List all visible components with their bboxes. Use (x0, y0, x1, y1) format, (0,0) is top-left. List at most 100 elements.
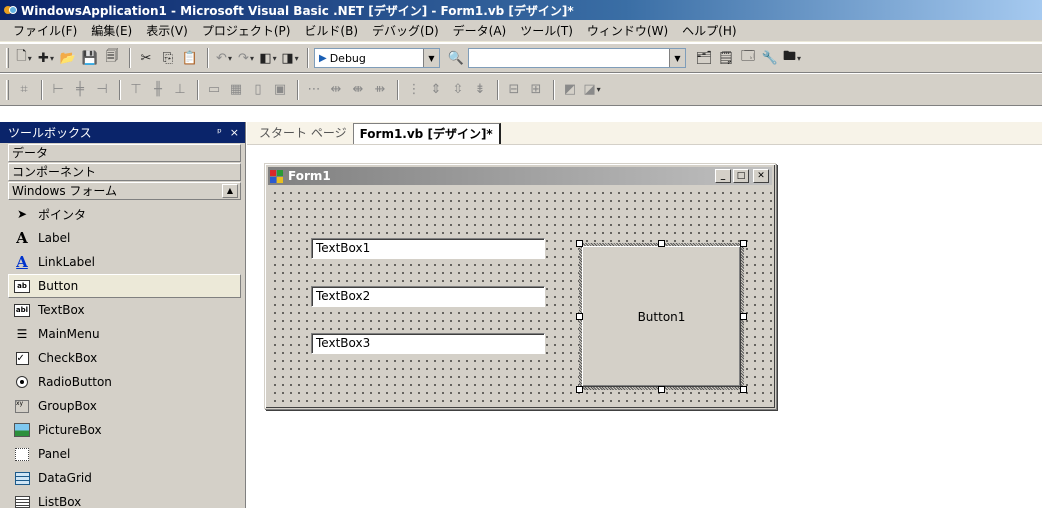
menu-view[interactable]: 表示(V) (139, 21, 195, 41)
other-windows-icon[interactable]: 🖿 (782, 48, 802, 68)
find-in-files-icon[interactable]: 🔍 (446, 48, 466, 68)
menu-help[interactable]: ヘルプ(H) (675, 21, 743, 41)
bring-to-front-icon[interactable]: ◩ (560, 80, 580, 100)
toolbox-item-mainmenu[interactable]: ☰ MainMenu (0, 322, 245, 346)
send-to-back-icon[interactable]: ◪ (582, 80, 602, 100)
make-same-height-icon[interactable]: ▯ (248, 80, 268, 100)
resize-handle-n[interactable] (658, 240, 665, 247)
make-same-width-icon[interactable]: ▭ (204, 80, 224, 100)
increase-horizontal-spacing-icon[interactable]: ⇹ (326, 80, 346, 100)
menu-file[interactable]: ファイル(F) (6, 21, 84, 41)
navigate-back-icon[interactable]: ◧ (258, 48, 278, 68)
menu-data[interactable]: データ(A) (446, 21, 514, 41)
menu-build[interactable]: ビルド(B) (297, 21, 365, 41)
solution-explorer-icon[interactable]: 🗂 (694, 48, 714, 68)
new-project-icon[interactable]: 🗋 (14, 48, 34, 68)
toolbox-item-radiobutton[interactable]: RadioButton (0, 370, 245, 394)
copy-icon[interactable]: ⎘ (158, 48, 178, 68)
toolbox-item-datagrid[interactable]: DataGrid (0, 466, 245, 490)
toolbox-item-checkbox[interactable]: ✓ CheckBox (0, 346, 245, 370)
toolbar-grip[interactable] (6, 79, 9, 100)
align-tops-icon[interactable]: ⊤ (126, 80, 146, 100)
scroll-up-icon[interactable]: ▲ (222, 184, 238, 198)
chevron-down-icon[interactable]: ▼ (669, 49, 685, 67)
resize-handle-s[interactable] (658, 386, 665, 393)
toolbox-item-label: TextBox (38, 303, 85, 317)
align-bottoms-icon[interactable]: ⊥ (170, 80, 190, 100)
menu-edit[interactable]: 編集(E) (84, 21, 139, 41)
toolbox-panel: ツールボックス ᵖ × データ コンポーネント Windows フォーム ▲ ➤… (0, 122, 246, 508)
button1-selection[interactable]: Button1 (579, 243, 744, 390)
toolbar-grip[interactable] (6, 48, 9, 68)
form-designer-window[interactable]: Form1 _ □ ✕ TextBox1 TextBox2 TextBox3 B… (264, 163, 776, 409)
toolbox-item-textbox[interactable]: abl TextBox (0, 298, 245, 322)
remove-vertical-spacing-icon[interactable]: ⇟ (470, 80, 490, 100)
toolbox-item-label: PictureBox (38, 423, 102, 437)
textbox-1[interactable]: TextBox1 (311, 238, 545, 259)
pin-icon[interactable]: ᵖ (217, 126, 222, 139)
chevron-down-icon[interactable]: ▼ (423, 49, 439, 67)
align-lefts-icon[interactable]: ⊢ (48, 80, 68, 100)
form-client-area[interactable]: TextBox1 TextBox2 TextBox3 Button1 (269, 187, 772, 405)
resize-handle-nw[interactable] (576, 240, 583, 247)
paste-icon[interactable]: 📋 (180, 48, 200, 68)
toolbox-icon[interactable]: 🔧 (760, 48, 780, 68)
close-icon[interactable]: × (230, 126, 239, 139)
textbox-3[interactable]: TextBox3 (311, 333, 545, 354)
decrease-vertical-spacing-icon[interactable]: ⇳ (448, 80, 468, 100)
open-file-icon[interactable]: 📂 (58, 48, 78, 68)
solution-config-value: Debug (329, 51, 366, 65)
properties-window-icon[interactable]: 🗒 (716, 48, 736, 68)
menu-window[interactable]: ウィンドウ(W) (580, 21, 675, 41)
equal-horizontal-spacing-icon[interactable]: ⋯ (304, 80, 324, 100)
menu-debug[interactable]: デバッグ(D) (365, 21, 446, 41)
resize-handle-ne[interactable] (740, 240, 747, 247)
resize-handle-se[interactable] (740, 386, 747, 393)
center-vertically-icon[interactable]: ⊞ (526, 80, 546, 100)
increase-vertical-spacing-icon[interactable]: ⇕ (426, 80, 446, 100)
toolbar-separator (129, 48, 131, 68)
align-middles-icon[interactable]: ╫ (148, 80, 168, 100)
toolbox-tab-components[interactable]: コンポーネント (8, 163, 241, 181)
toolbox-item-label: GroupBox (38, 399, 97, 413)
find-combo[interactable]: ▼ (468, 48, 686, 68)
remove-horizontal-spacing-icon[interactable]: ⇻ (370, 80, 390, 100)
resize-handle-w[interactable] (576, 313, 583, 320)
navigate-forward-icon[interactable]: ◨ (280, 48, 300, 68)
button-1[interactable]: Button1 (582, 246, 741, 387)
menu-project[interactable]: プロジェクト(P) (195, 21, 298, 41)
align-to-grid-icon[interactable]: ⌗ (14, 80, 34, 100)
toolbox-item-linklabel[interactable]: A LinkLabel (0, 250, 245, 274)
make-same-size-icon[interactable]: ▣ (270, 80, 290, 100)
size-to-grid-icon[interactable]: ▦ (226, 80, 246, 100)
toolbox-tab-data[interactable]: データ (8, 144, 241, 162)
save-all-icon[interactable]: 🗐 (102, 48, 122, 68)
toolbox-tab-windows-forms[interactable]: Windows フォーム ▲ (8, 182, 241, 200)
center-horizontally-icon[interactable]: ⊟ (504, 80, 524, 100)
tab-start-page[interactable]: スタート ページ (253, 123, 353, 144)
equal-vertical-spacing-icon[interactable]: ⋮ (404, 80, 424, 100)
toolbox-item-button[interactable]: ab Button (8, 274, 241, 298)
resize-handle-e[interactable] (740, 313, 747, 320)
cut-icon[interactable]: ✂ (136, 48, 156, 68)
toolbox-item-listbox[interactable]: ListBox (0, 490, 245, 508)
toolbox-item-groupbox[interactable]: xy GroupBox (0, 394, 245, 418)
object-browser-icon[interactable]: 🗔 (738, 48, 758, 68)
toolbox-item-pointer[interactable]: ➤ ポインタ (0, 202, 245, 226)
decrease-horizontal-spacing-icon[interactable]: ⇼ (348, 80, 368, 100)
undo-icon[interactable]: ↶ (214, 48, 234, 68)
add-item-icon[interactable]: ✚ (36, 48, 56, 68)
toolbox-item-picturebox[interactable]: PictureBox (0, 418, 245, 442)
align-rights-icon[interactable]: ⊣ (92, 80, 112, 100)
save-icon[interactable]: 💾 (80, 48, 100, 68)
menu-tools[interactable]: ツール(T) (513, 21, 580, 41)
solution-config-select[interactable]: ▶ Debug ▼ (314, 48, 440, 68)
tab-form1-design[interactable]: Form1.vb [デザイン]* (352, 123, 501, 144)
align-centers-icon[interactable]: ╪ (70, 80, 90, 100)
toolbox-item-panel[interactable]: Panel (0, 442, 245, 466)
textbox-2[interactable]: TextBox2 (311, 286, 545, 307)
toolbox-item-label: Button (38, 279, 79, 293)
resize-handle-sw[interactable] (576, 386, 583, 393)
redo-icon[interactable]: ↷ (236, 48, 256, 68)
toolbox-item-label[interactable]: A Label (0, 226, 245, 250)
